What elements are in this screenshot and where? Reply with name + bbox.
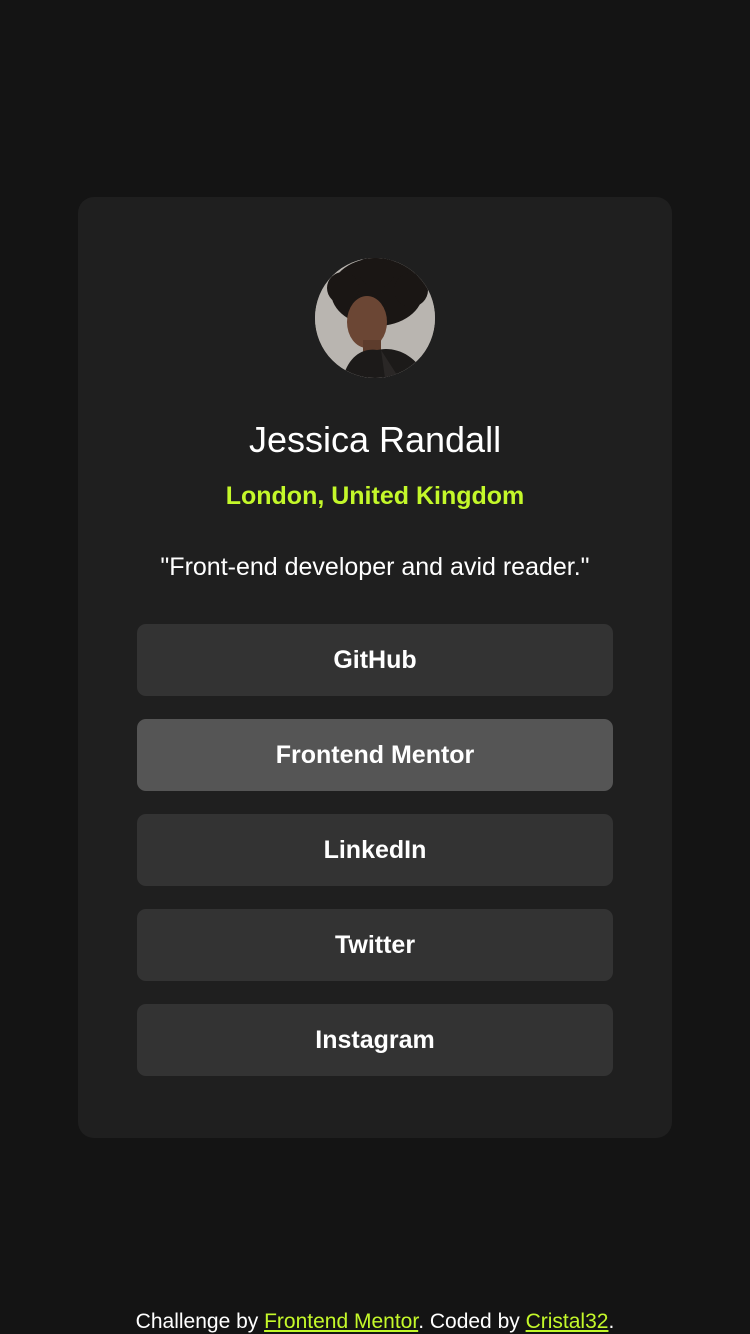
footer-prefix: Challenge by — [135, 1310, 265, 1333]
profile-name: Jessica Randall — [248, 419, 502, 460]
avatar — [315, 258, 435, 378]
frontend-mentor-footer-link[interactable]: Frontend Mentor — [264, 1310, 418, 1333]
attribution-footer: Challenge by Frontend Mentor. Coded by C… — [0, 1308, 750, 1334]
profile-location: London, United Kingdom — [225, 482, 525, 510]
twitter-link-button[interactable]: Twitter — [137, 909, 613, 981]
footer-middle: . Coded by — [418, 1310, 526, 1333]
profile-bio: "Front-end developer and avid reader." — [160, 553, 590, 581]
author-footer-link[interactable]: Cristal32 — [526, 1310, 609, 1333]
linkedin-link-button[interactable]: LinkedIn — [137, 814, 613, 886]
footer-suffix: . — [608, 1310, 615, 1333]
github-link-button[interactable]: GitHub — [137, 624, 613, 696]
profile-card: Jessica Randall London, United Kingdom "… — [78, 197, 672, 1138]
frontend-mentor-link-button[interactable]: Frontend Mentor — [137, 719, 613, 791]
page: Jessica Randall London, United Kingdom "… — [0, 0, 750, 1334]
social-links: GitHub Frontend Mentor LinkedIn Twitter … — [137, 624, 613, 1099]
instagram-link-button[interactable]: Instagram — [137, 1004, 613, 1076]
avatar-image — [315, 258, 435, 378]
